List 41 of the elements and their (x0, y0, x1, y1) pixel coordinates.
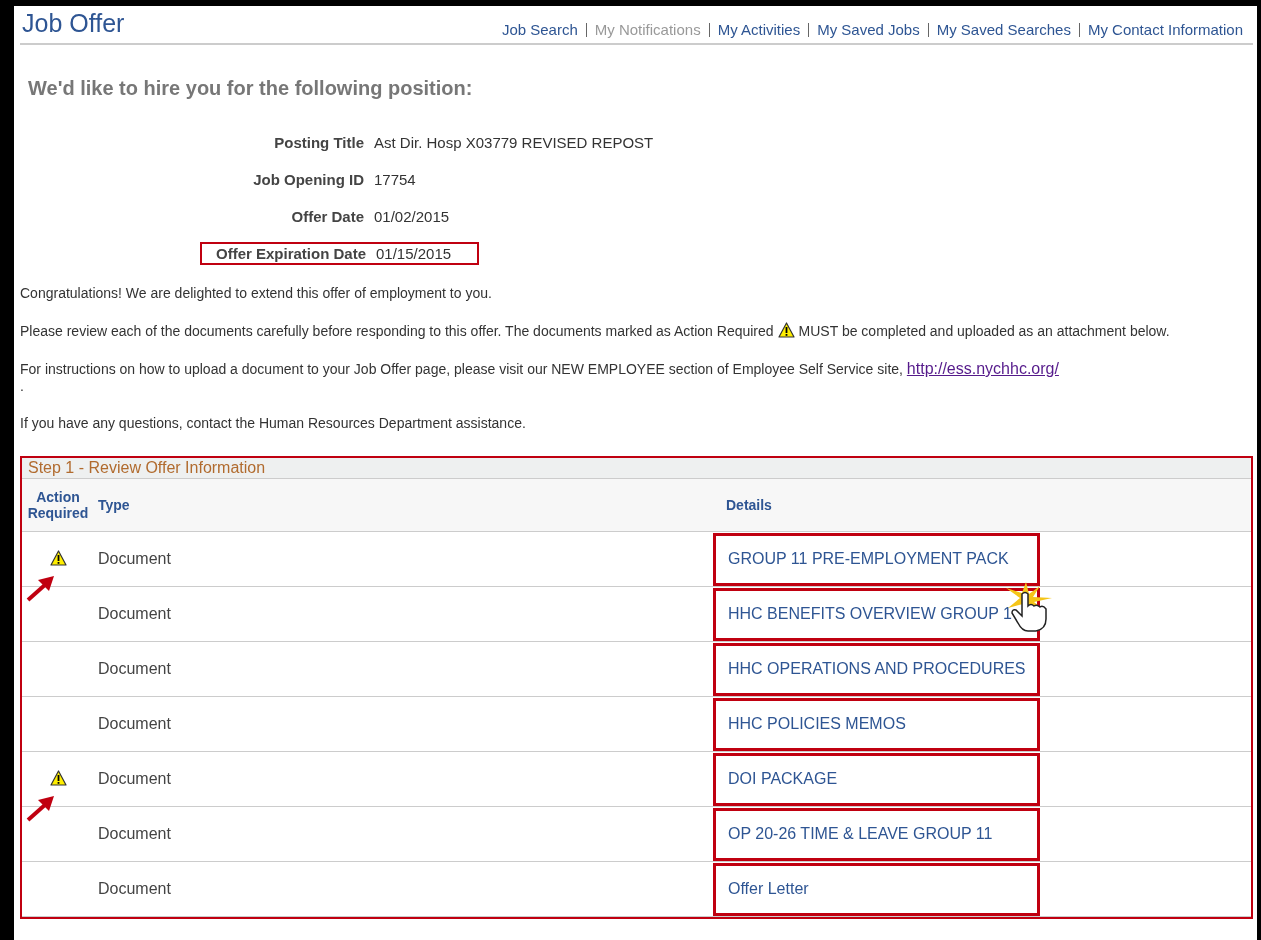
column-header: Action Required (22, 479, 94, 532)
field-label: Offer Expiration Date (214, 245, 367, 262)
review-text: Please review each of the documents carefully before responding to this offer. The documents marked as Action Required (20, 323, 774, 339)
instructions-text: For instructions on how to upload a document to your Job Offer page, please visit our NEW EMPLOYEE section of Employee Self Service site, (20, 361, 904, 377)
offer-heading: We'd like to hire you for the following position: (28, 77, 474, 100)
field-value: 01/15/2015 (376, 245, 452, 262)
document-link[interactable]: DOI PACKAGE (713, 752, 1040, 806)
step-title: Step 1 - Review Offer Information (22, 458, 1251, 479)
nav-link[interactable]: My Contact Information (1087, 21, 1243, 38)
document-link[interactable]: OP 20-26 TIME & LEAVE GROUP 11 (713, 807, 1040, 861)
field-label: Job Opening ID (252, 171, 365, 188)
field-label: Offer Date (290, 208, 365, 225)
column-header: Type (94, 479, 722, 532)
review-text: MUST be completed and uploaded as an attachment below. (798, 323, 1170, 339)
document-link[interactable]: HHC OPERATIONS AND PROCEDURES (713, 642, 1040, 696)
table-cell: Document (94, 696, 722, 752)
nav-link[interactable]: Job Search (501, 21, 578, 38)
document-link[interactable]: HHC POLICIES MEMOS (713, 697, 1040, 751)
field-value: Ast Dir. Hosp X03779 REVISED REPOST (374, 134, 655, 151)
table-cell: Document (94, 751, 722, 807)
warning-icon (777, 322, 795, 338)
table-cell: Document (94, 861, 722, 917)
field-label: Posting Title (273, 134, 365, 151)
page-title: Job Offer (22, 8, 125, 38)
table-cell: Document (94, 531, 722, 587)
document-link[interactable]: GROUP 11 PRE-EMPLOYMENT PACK (713, 532, 1040, 586)
congratulations-text: Congratulations! We are delighted to extend this offer of employment to you. (20, 285, 493, 302)
document-link[interactable]: HHC BENEFITS OVERVIEW GROUP 1 (713, 587, 1040, 641)
table-cell: Document (94, 586, 722, 642)
field-value: 01/02/2015 (374, 208, 451, 225)
nav-link[interactable]: My Saved Searches (936, 21, 1071, 38)
questions-text: If you have any questions, contact the Human Resources Department assistance. (20, 415, 527, 432)
nav-link[interactable]: My Activities (717, 21, 801, 38)
table-cell: Document (94, 806, 722, 862)
ess-link[interactable]: http://ess.nychhc.org/ (906, 360, 1059, 377)
table-cell: Document (94, 641, 722, 697)
document-link[interactable]: Offer Letter (713, 862, 1040, 916)
period-text: . (20, 378, 25, 395)
field-value: 17754 (374, 171, 417, 188)
nav-link[interactable]: My Saved Jobs (817, 21, 920, 38)
column-header: Details (722, 479, 1251, 532)
